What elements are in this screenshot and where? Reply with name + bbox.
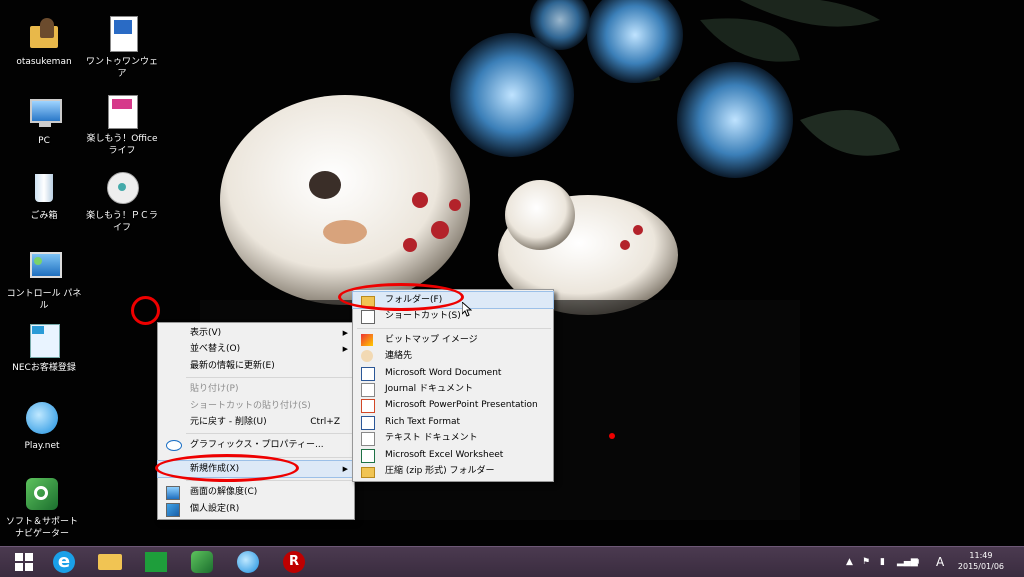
submenu-item-powerpoint[interactable]: Microsoft PowerPoint Presentation	[353, 397, 553, 414]
taskbar-support-navi[interactable]	[184, 549, 220, 575]
taskbar-clock[interactable]: 11:49 2015/01/06	[958, 550, 1004, 572]
desktop-icon-control-panel[interactable]: コントロール パネル	[4, 248, 84, 312]
menu-item-refresh[interactable]: 最新の情報に更新(E)	[158, 358, 354, 374]
desktop-icon-recycle-bin[interactable]: ごみ箱	[4, 170, 84, 222]
taskbar-playnet[interactable]	[230, 549, 266, 575]
submenu-arrow-icon: ▶	[342, 464, 348, 473]
desktop-icon-otasukeman[interactable]: otasukeman	[4, 16, 84, 68]
submenu-arrow-icon: ▶	[342, 345, 348, 354]
submenu-item-contact[interactable]: 連絡先	[353, 348, 553, 364]
submenu-item-journal[interactable]: Journal ドキュメント	[353, 381, 553, 397]
office-life-icon	[104, 93, 140, 129]
submenu-item-bitmap[interactable]: ビットマップ イメージ	[353, 332, 553, 348]
submenu-item-zip[interactable]: 圧縮 (zip 形式) フォルダー	[353, 463, 553, 479]
support-navi-icon	[24, 476, 60, 512]
desktop-icon-pc[interactable]: PC	[4, 95, 84, 147]
journal-icon	[361, 382, 375, 397]
paint-icon	[361, 333, 373, 346]
wdlc-disc-icon	[104, 170, 140, 206]
internet-explorer-icon: e	[53, 551, 75, 573]
nec-registration-icon	[26, 322, 62, 358]
shortcut-icon	[361, 310, 375, 325]
personalize-icon	[166, 502, 180, 517]
display-icon	[166, 486, 180, 501]
support-navi-icon	[191, 551, 213, 573]
submenu-arrow-icon: ▶	[342, 329, 348, 337]
annotation-oval-new-item	[155, 454, 299, 482]
powerpoint-icon	[361, 399, 375, 414]
menu-item-view[interactable]: 表示(V) ▶	[158, 325, 354, 341]
rakuten-icon: R	[283, 551, 305, 573]
text-document-icon	[361, 432, 375, 447]
rich-text-icon	[361, 415, 375, 430]
desktop-icon-nec-registration[interactable]: NECお客様登録	[4, 322, 84, 374]
taskbar: e R ▲ ⚑ ▮ ▂▄▆ 🔈︎ A 11:49 2015/01/06	[0, 546, 1024, 577]
device-icon[interactable]: ▮	[880, 547, 885, 577]
desktop-icon-soft-support-navi[interactable]: ソフト＆サポートナビゲーター	[2, 476, 82, 540]
word-document-icon	[361, 366, 375, 381]
show-hidden-icons-button[interactable]: ▲	[846, 547, 853, 577]
menu-item-sort[interactable]: 並べ替え(O) ▶	[158, 341, 354, 357]
store-icon	[145, 552, 167, 572]
menu-item-screen-resolution[interactable]: 画面の解像度(C)	[158, 484, 354, 501]
intel-graphics-icon	[166, 440, 182, 452]
menu-item-paste-shortcut[interactable]: ショートカットの貼り付け(S)	[158, 398, 354, 414]
menu-separator	[357, 327, 551, 329]
playnet-icon	[24, 400, 60, 436]
onetoone-app-icon	[104, 16, 140, 52]
submenu-item-shortcut[interactable]: ショートカット(S)	[353, 308, 553, 325]
network-signal-icon[interactable]: ▂▄▆	[897, 547, 918, 577]
zip-folder-icon	[361, 466, 375, 478]
submenu-item-word[interactable]: Microsoft Word Document	[353, 365, 553, 381]
annotation-oval-folder-item	[338, 283, 464, 311]
desktop-icon-onetoone[interactable]: ワントゥワンウェア	[82, 16, 162, 80]
volume-icon[interactable]: 🔈︎	[916, 547, 921, 577]
submenu-item-text[interactable]: テキスト ドキュメント	[353, 430, 553, 447]
start-button[interactable]	[6, 549, 42, 575]
computer-icon	[26, 95, 62, 131]
taskbar-file-explorer[interactable]	[92, 549, 128, 575]
taskbar-internet-explorer[interactable]: e	[46, 549, 82, 575]
playnet-icon	[237, 551, 259, 573]
user-folder-icon	[26, 16, 62, 52]
annotation-circle-click-point	[131, 296, 160, 325]
menu-item-undo-delete[interactable]: 元に戻す - 削除(U) Ctrl+Z	[158, 414, 354, 430]
folder-icon	[98, 554, 122, 570]
desktop-icon-office-life[interactable]: 楽しもう！Office ライフ	[82, 93, 162, 157]
desktop-icon-playnet[interactable]: Play.net	[2, 400, 82, 452]
submenu-item-rtf[interactable]: Rich Text Format	[353, 414, 553, 430]
mouse-cursor-icon	[462, 302, 472, 317]
clock-date: 2015/01/06	[957, 562, 1004, 571]
desktop-context-menu: 表示(V) ▶ 並べ替え(O) ▶ 最新の情報に更新(E) 貼り付け(P) ショ…	[157, 322, 355, 520]
recycle-bin-icon	[26, 170, 62, 206]
menu-separator	[186, 433, 352, 435]
taskbar-rakuten[interactable]: R	[276, 549, 312, 575]
clock-time: 11:49	[969, 551, 993, 560]
contact-icon	[361, 350, 373, 363]
submenu-item-excel[interactable]: Microsoft Excel Worksheet	[353, 447, 553, 463]
menu-item-graphics-properties[interactable]: グラフィックス・プロパティー...	[158, 437, 354, 453]
windows-logo-icon	[15, 553, 33, 571]
taskbar-store[interactable]	[138, 549, 174, 575]
menu-item-personalize[interactable]: 個人設定(R)	[158, 501, 354, 517]
menu-item-paste[interactable]: 貼り付け(P)	[158, 381, 354, 397]
action-center-flag-icon[interactable]: ⚑	[862, 547, 870, 577]
new-submenu: フォルダー(F) ショートカット(S) ビットマップ イメージ 連絡先 Micr…	[352, 289, 554, 483]
desktop-icon-pc-life[interactable]: 楽しもう！ＰＣライフ	[82, 170, 162, 234]
control-panel-icon	[26, 248, 62, 284]
menu-separator	[186, 377, 352, 379]
excel-icon	[361, 448, 375, 463]
ime-indicator[interactable]: A	[936, 547, 944, 577]
